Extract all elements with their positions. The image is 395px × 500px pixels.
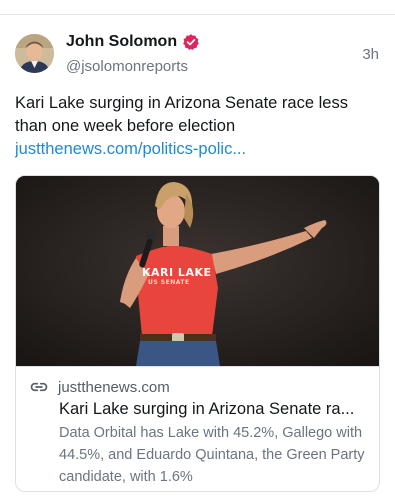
verified-badge-icon: [182, 33, 200, 51]
card-divider: [16, 366, 379, 367]
avatar-photo: [15, 34, 54, 73]
card-domain: justthenews.com: [58, 378, 170, 396]
card-description: Data Orbital has Lake with 45.2%, Galleg…: [59, 425, 365, 485]
author-handle[interactable]: @jsolomonreports: [66, 58, 188, 75]
post-timestamp[interactable]: 3h: [362, 46, 379, 63]
post-body-text: Kari Lake surging in Arizona Senate race…: [15, 94, 348, 135]
link-chain-icon: [28, 377, 50, 397]
post-link[interactable]: justthenews.com/politics-polic...: [15, 138, 380, 161]
shirt-text: KARI LAKE: [142, 266, 212, 279]
shirt-subtext: US SENATE: [148, 279, 190, 286]
author-avatar[interactable]: [15, 34, 54, 73]
social-post[interactable]: John Solomon @jsolomonreports 3h Kari La…: [0, 15, 395, 500]
author-name[interactable]: John Solomon: [66, 33, 177, 51]
link-preview-card[interactable]: KARI LAKE US SENATE justthenews.com Kari…: [15, 175, 380, 492]
card-title[interactable]: Kari Lake surging in Arizona Senate ra..…: [59, 398, 371, 420]
link-preview-image: KARI LAKE US SENATE: [16, 176, 379, 366]
